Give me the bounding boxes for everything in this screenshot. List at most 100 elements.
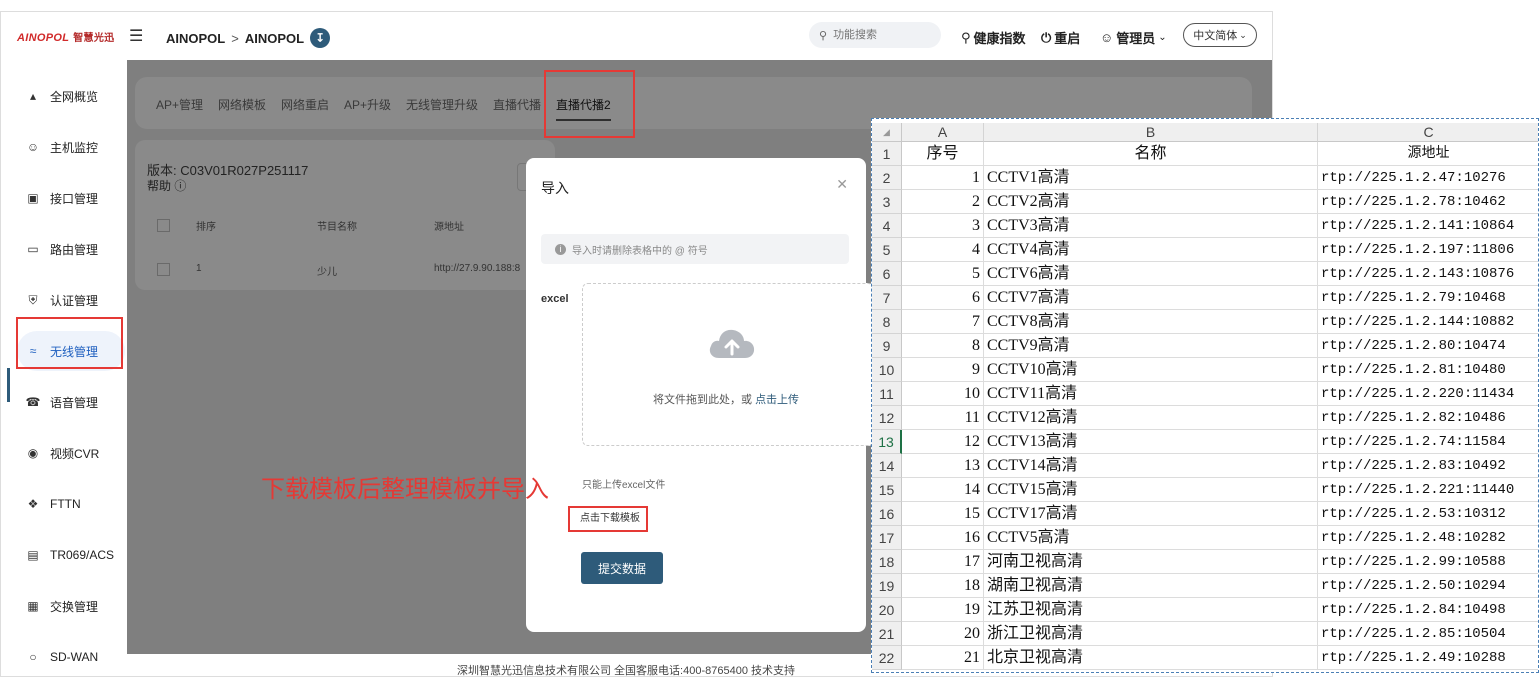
spreadsheet-cell[interactable]: 北京卫视高清 xyxy=(984,646,1318,670)
spreadsheet-cell[interactable]: 7 xyxy=(902,310,984,334)
restart-button[interactable]: ⏻ 重启 xyxy=(1041,28,1080,47)
row-header[interactable]: 9 xyxy=(872,334,902,358)
row-header[interactable]: 6 xyxy=(872,262,902,286)
column-header-c[interactable]: C xyxy=(1318,123,1538,142)
admin-menu[interactable]: ☺ 管理员 ⌄ xyxy=(1100,28,1167,47)
spreadsheet-cell[interactable]: CCTV11高清 xyxy=(984,382,1318,406)
breadcrumb-item[interactable]: AINOPOL xyxy=(245,31,304,46)
spreadsheet-cell[interactable]: CCTV17高清 xyxy=(984,502,1318,526)
health-index-button[interactable]: ⚲ 健康指数 xyxy=(961,28,1026,47)
row-header[interactable]: 2 xyxy=(872,166,902,190)
spreadsheet-cell[interactable]: 湖南卫视高清 xyxy=(984,574,1318,598)
spreadsheet-cell[interactable]: CCTV6高清 xyxy=(984,262,1318,286)
language-select[interactable]: 中文简体 ⌄ xyxy=(1183,23,1257,47)
row-header[interactable]: 16 xyxy=(872,502,902,526)
row-header[interactable]: 17 xyxy=(872,526,902,550)
row-header[interactable]: 19 xyxy=(872,574,902,598)
sidebar-item-video[interactable]: ◉ 视频CVR xyxy=(17,433,125,473)
row-header[interactable]: 13 xyxy=(872,430,902,454)
spreadsheet-cell[interactable]: 序号 xyxy=(902,142,984,166)
sidebar-item-sdwan[interactable]: ○ SD-WAN xyxy=(17,637,125,676)
select-all-checkbox[interactable] xyxy=(157,219,170,232)
row-header[interactable]: 8 xyxy=(872,310,902,334)
spreadsheet-cell[interactable]: rtp://225.1.2.144:10882 xyxy=(1318,310,1538,334)
spreadsheet-cell[interactable]: CCTV8高清 xyxy=(984,310,1318,334)
sidebar-item-tr069[interactable]: ▤ TR069/ACS xyxy=(17,535,125,575)
spreadsheet-cell[interactable]: CCTV4高清 xyxy=(984,238,1318,262)
spreadsheet-cell[interactable]: 15 xyxy=(902,502,984,526)
row-header[interactable]: 5 xyxy=(872,238,902,262)
tab-network-restart[interactable]: 网络重启 xyxy=(281,96,329,113)
spreadsheet-cell[interactable]: 9 xyxy=(902,358,984,382)
spreadsheet-cell[interactable]: rtp://225.1.2.197:11806 xyxy=(1318,238,1538,262)
close-icon[interactable]: ✕ xyxy=(836,176,848,193)
spreadsheet-cell[interactable]: 4 xyxy=(902,238,984,262)
row-header[interactable]: 21 xyxy=(872,622,902,646)
row-checkbox[interactable] xyxy=(157,263,170,276)
spreadsheet-cell[interactable]: 20 xyxy=(902,622,984,646)
download-icon[interactable]: ↧ xyxy=(310,28,331,48)
row-header[interactable]: 20 xyxy=(872,598,902,622)
search-input[interactable] xyxy=(831,28,936,42)
spreadsheet-cell[interactable]: rtp://225.1.2.84:10498 xyxy=(1318,598,1538,622)
spreadsheet-cell[interactable]: CCTV7高清 xyxy=(984,286,1318,310)
spreadsheet-cell[interactable]: rtp://225.1.2.81:10480 xyxy=(1318,358,1538,382)
menu-icon[interactable]: ☰ xyxy=(129,26,143,46)
sidebar-item-switch[interactable]: ▦ 交换管理 xyxy=(17,586,125,626)
spreadsheet-cell[interactable]: CCTV1高清 xyxy=(984,166,1318,190)
column-header-a[interactable]: A xyxy=(902,123,984,142)
row-header[interactable]: 12 xyxy=(872,406,902,430)
help-label[interactable]: 帮助 ⓘ xyxy=(147,177,186,194)
spreadsheet-cell[interactable]: rtp://225.1.2.143:10876 xyxy=(1318,262,1538,286)
spreadsheet-cell[interactable]: rtp://225.1.2.50:10294 xyxy=(1318,574,1538,598)
spreadsheet-cell[interactable]: 源地址 xyxy=(1318,142,1538,166)
row-header[interactable]: 10 xyxy=(872,358,902,382)
tab-wireless-upgrade[interactable]: 无线管理升级 xyxy=(406,96,478,113)
row-header[interactable]: 22 xyxy=(872,646,902,670)
spreadsheet-cell[interactable]: 江苏卫视高清 xyxy=(984,598,1318,622)
sidebar-item-auth[interactable]: ⛨ 认证管理 xyxy=(17,280,125,320)
row-header[interactable]: 4 xyxy=(872,214,902,238)
submit-button[interactable]: 提交数据 xyxy=(581,552,663,584)
spreadsheet-cell[interactable]: rtp://225.1.2.220:11434 xyxy=(1318,382,1538,406)
sidebar-item-voice[interactable]: ☎ 语音管理 xyxy=(17,382,125,422)
spreadsheet-cell[interactable]: rtp://225.1.2.48:10282 xyxy=(1318,526,1538,550)
row-header[interactable]: 3 xyxy=(872,190,902,214)
spreadsheet-cell[interactable]: 10 xyxy=(902,382,984,406)
spreadsheet-cell[interactable]: 2 xyxy=(902,190,984,214)
tab-ap-manage[interactable]: AP+管理 xyxy=(156,96,203,113)
spreadsheet-cell[interactable]: rtp://225.1.2.221:11440 xyxy=(1318,478,1538,502)
spreadsheet-cell[interactable]: rtp://225.1.2.79:10468 xyxy=(1318,286,1538,310)
spreadsheet-cell[interactable]: 21 xyxy=(902,646,984,670)
spreadsheet-cell[interactable]: CCTV15高清 xyxy=(984,478,1318,502)
spreadsheet-cell[interactable]: 19 xyxy=(902,598,984,622)
spreadsheet-cell[interactable]: 名称 xyxy=(984,142,1318,166)
spreadsheet-cell[interactable]: 16 xyxy=(902,526,984,550)
spreadsheet-cell[interactable]: CCTV9高清 xyxy=(984,334,1318,358)
tab-live-proxy[interactable]: 直播代播 xyxy=(493,96,541,113)
sidebar-item-routing[interactable]: ▭ 路由管理 xyxy=(17,229,125,269)
spreadsheet-cell[interactable]: 13 xyxy=(902,454,984,478)
sidebar-item-host-monitor[interactable]: ☺ 主机监控 xyxy=(17,127,125,167)
spreadsheet-cell[interactable]: rtp://225.1.2.141:10864 xyxy=(1318,214,1538,238)
search-box[interactable]: ⚲ xyxy=(809,22,941,48)
spreadsheet-cell[interactable]: CCTV14高清 xyxy=(984,454,1318,478)
spreadsheet-cell[interactable]: 1 xyxy=(902,166,984,190)
sidebar-item-fttn[interactable]: ❖ FTTN xyxy=(17,484,125,524)
spreadsheet-cell[interactable]: CCTV13高清 xyxy=(984,430,1318,454)
sidebar-item-overview[interactable]: ▴ 全网概览 xyxy=(17,76,125,116)
spreadsheet-cell[interactable]: 浙江卫视高清 xyxy=(984,622,1318,646)
spreadsheet-cell[interactable]: CCTV10高清 xyxy=(984,358,1318,382)
row-header[interactable]: 18 xyxy=(872,550,902,574)
spreadsheet-cell[interactable]: 18 xyxy=(902,574,984,598)
spreadsheet-cell[interactable]: rtp://225.1.2.47:10276 xyxy=(1318,166,1538,190)
row-header[interactable]: 1 xyxy=(872,142,902,166)
spreadsheet-cell[interactable]: rtp://225.1.2.82:10486 xyxy=(1318,406,1538,430)
spreadsheet-cell[interactable]: 8 xyxy=(902,334,984,358)
spreadsheet-cell[interactable]: 17 xyxy=(902,550,984,574)
spreadsheet-cell[interactable]: rtp://225.1.2.53:10312 xyxy=(1318,502,1538,526)
spreadsheet-cell[interactable]: 3 xyxy=(902,214,984,238)
upload-dropzone[interactable]: 将文件拖到此处，或 点击上传 xyxy=(582,283,874,446)
spreadsheet-cell[interactable]: CCTV3高清 xyxy=(984,214,1318,238)
spreadsheet-cell[interactable]: 6 xyxy=(902,286,984,310)
